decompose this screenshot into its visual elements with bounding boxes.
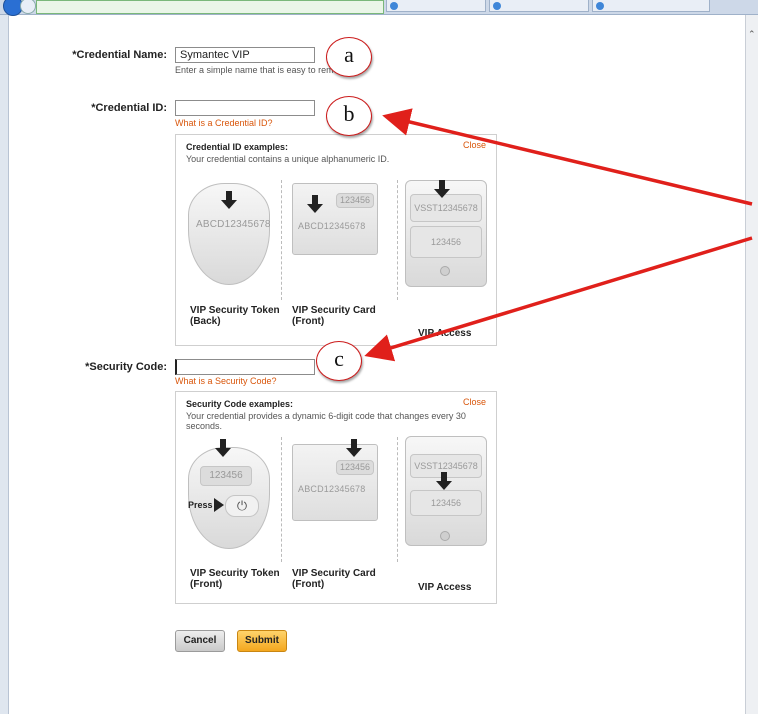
callout-b: b (326, 96, 372, 136)
callout-c: c (316, 341, 362, 381)
annotation-arrow-to-b (382, 108, 753, 206)
callout-a: a (326, 37, 372, 77)
annotation-arrows (364, 108, 753, 362)
annotation-arrow-to-c (364, 236, 753, 362)
